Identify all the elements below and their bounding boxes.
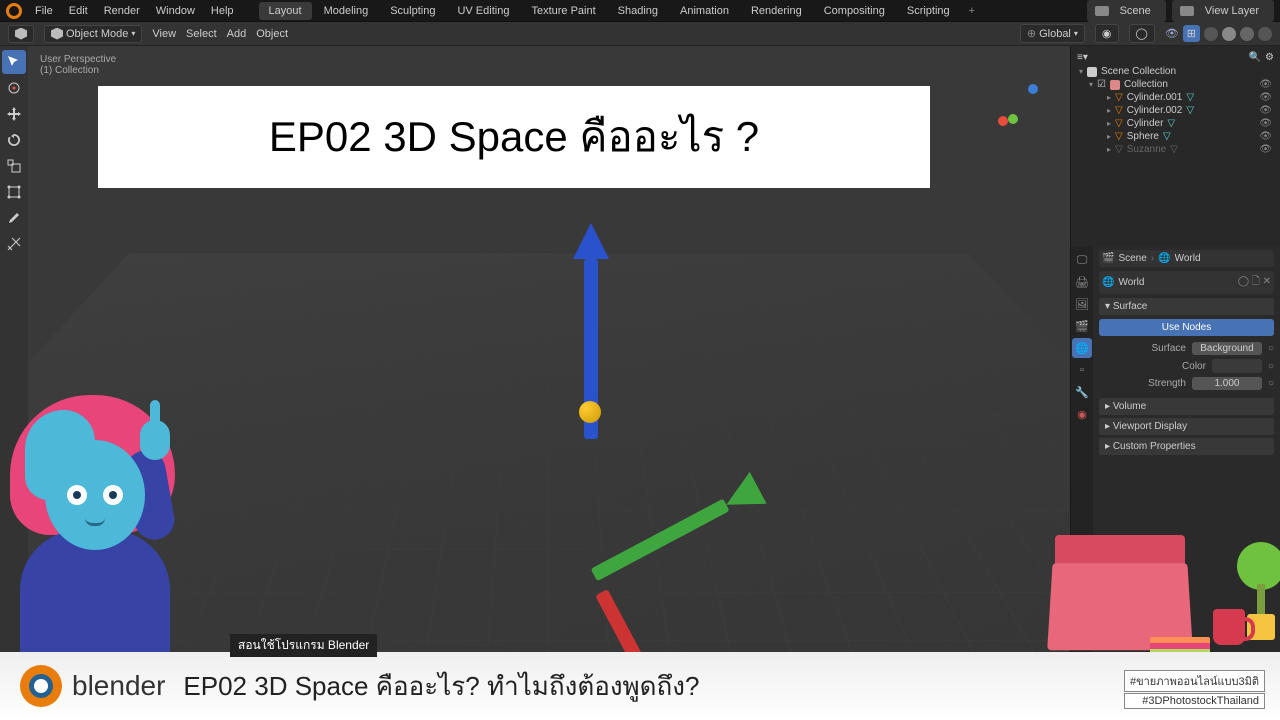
tool-scale[interactable] [2, 154, 26, 178]
tool-select-box[interactable] [2, 50, 26, 74]
outliner-item[interactable]: ▸▽ Cylinder.002▽ 👁 [1075, 104, 1276, 117]
prop-tab-material[interactable]: ◉ [1072, 404, 1092, 424]
menu-select[interactable]: Select [186, 28, 217, 40]
visibility-toggle-icon[interactable]: 👁 [1259, 118, 1272, 129]
menu-file[interactable]: File [28, 2, 60, 20]
viewport-info: User Perspective (1) Collection [40, 54, 116, 76]
tool-measure[interactable] [2, 232, 26, 256]
origin-sphere [579, 401, 601, 423]
shading-solid-icon[interactable] [1222, 27, 1236, 41]
menu-add[interactable]: Add [227, 28, 247, 40]
visibility-toggle-icon[interactable]: 👁 [1259, 79, 1272, 90]
outliner-filter-toggle-icon[interactable]: ⚙ [1265, 52, 1274, 63]
snap-toggle[interactable]: ◉ [1095, 24, 1119, 43]
workspace-tab-animation[interactable]: Animation [670, 2, 739, 20]
blender-logo-icon [6, 3, 22, 19]
workspace-tab-shading[interactable]: Shading [608, 2, 668, 20]
gizmo-toggle-icon[interactable]: ⊞ [1183, 25, 1200, 42]
workspace-tab-rendering[interactable]: Rendering [741, 2, 812, 20]
prop-tab-modifier[interactable]: 🔧 [1072, 382, 1092, 402]
panel-custom-props[interactable]: ▸ Custom Properties [1099, 438, 1274, 455]
outliner-item[interactable]: ▸▽ Cylinder▽ 👁 [1075, 117, 1276, 130]
blender-logo-icon [20, 665, 62, 707]
viewlayer-selector[interactable]: View Layer [1172, 0, 1274, 22]
tool-move[interactable] [2, 102, 26, 126]
tool-annotate[interactable] [2, 206, 26, 230]
menu-edit[interactable]: Edit [62, 2, 95, 20]
prop-tab-output[interactable]: 🖨 [1072, 272, 1092, 292]
panel-viewport-display[interactable]: ▸ Viewport Display [1099, 418, 1274, 435]
surface-type[interactable]: Background [1192, 342, 1262, 355]
workspace-tab-compositing[interactable]: Compositing [814, 2, 895, 20]
workspace-tab-modeling[interactable]: Modeling [314, 2, 379, 20]
editor-type-icon[interactable] [8, 25, 34, 43]
hashtags: #ขายภาพออนไลน์แบบ3มิติ #3DPhotostockThai… [1124, 669, 1265, 710]
prop-breadcrumb[interactable]: 🎬Scene › 🌐World [1099, 250, 1274, 267]
mode-selector[interactable]: Object Mode▾ [44, 25, 142, 43]
world-icon: 🌐 [1158, 253, 1170, 264]
outliner-item[interactable]: ▸▽ Suzanne▽ 👁 [1075, 143, 1276, 156]
prop-tab-viewlayer[interactable]: 🖼 [1072, 294, 1092, 314]
shading-wireframe-icon[interactable] [1204, 27, 1218, 41]
menu-object[interactable]: Object [256, 28, 288, 40]
proportional-edit-icon[interactable]: ◯ [1129, 24, 1155, 43]
workspace-tab-layout[interactable]: Layout [259, 2, 312, 20]
workspace-tab-texturepaint[interactable]: Texture Paint [521, 2, 605, 20]
visibility-toggle-icon[interactable]: 👁 [1259, 105, 1272, 116]
title-overlay: EP02 3D Space คืออะไร ? [98, 86, 930, 188]
workspace-tab-sculpting[interactable]: Sculpting [380, 2, 445, 20]
prop-tab-object[interactable]: ▫ [1072, 360, 1092, 380]
outliner-item[interactable]: ▸▽ Cylinder.001▽ 👁 [1075, 91, 1276, 104]
nav-gizmo[interactable] [990, 76, 1050, 136]
outliner[interactable]: ≡▾ 🔍 ⚙ ▾ Scene Collection ▾☑ Collection … [1071, 46, 1280, 246]
outliner-filter-icon[interactable]: ≡▾ [1077, 52, 1088, 63]
use-nodes-button[interactable]: Use Nodes [1099, 319, 1274, 336]
collection-icon [1087, 67, 1097, 77]
character-illustration [0, 400, 190, 680]
orientation-selector[interactable]: ⊕Global▾ [1020, 24, 1085, 43]
overlay-toggle-icon[interactable]: 👁 [1165, 27, 1179, 40]
panel-volume[interactable]: ▸ Volume [1099, 398, 1274, 415]
color-swatch[interactable] [1212, 359, 1262, 373]
tool-cursor[interactable] [2, 76, 26, 100]
world-icon: 🌐 [1102, 277, 1114, 288]
prop-tab-world[interactable]: 🌐 [1072, 338, 1092, 358]
desk-illustration [1030, 490, 1280, 670]
workspace-tab-scripting[interactable]: Scripting [897, 2, 960, 20]
menu-view[interactable]: View [152, 28, 176, 40]
outliner-search-icon[interactable]: 🔍 [1249, 52, 1261, 63]
outliner-collection[interactable]: ▾☑ Collection 👁 [1075, 78, 1276, 91]
footer-banner: สอนใช้โปรแกรม Blender blender EP02 3D Sp… [0, 652, 1280, 720]
menu-render[interactable]: Render [97, 2, 147, 20]
workspace-add-icon[interactable]: + [962, 2, 982, 20]
visibility-toggle-icon[interactable]: 👁 [1259, 92, 1272, 103]
visibility-toggle-icon[interactable]: 👁 [1259, 144, 1272, 155]
outliner-root[interactable]: ▾ Scene Collection [1075, 65, 1276, 78]
footer-tag: สอนใช้โปรแกรม Blender [230, 634, 377, 657]
visibility-toggle-icon[interactable]: 👁 [1259, 131, 1272, 142]
collection-icon [1110, 80, 1120, 90]
outliner-item[interactable]: ▸▽ Sphere▽ 👁 [1075, 130, 1276, 143]
footer-title: EP02 3D Space คืออะไร? ทำไมถึงต้องพูดถึง… [183, 666, 699, 707]
prop-tab-scene[interactable]: 🎬 [1072, 316, 1092, 336]
workspace-tab-uvediting[interactable]: UV Editing [447, 2, 519, 20]
shading-material-icon[interactable] [1240, 27, 1254, 41]
world-datablock[interactable]: 🌐World ◯ 🗋 ✕ [1099, 271, 1274, 294]
shading-rendered-icon[interactable] [1258, 27, 1272, 41]
prop-tab-render[interactable]: 🖵 [1072, 250, 1092, 270]
viewport-header: Object Mode▾ View Select Add Object ⊕Glo… [0, 22, 1280, 46]
top-menu-bar: File Edit Render Window Help Layout Mode… [0, 0, 1280, 22]
strength-input[interactable]: 1.000 [1192, 377, 1262, 390]
axis-arrows-3d [424, 223, 774, 573]
panel-surface[interactable]: ▾ Surface [1099, 298, 1274, 315]
menu-window[interactable]: Window [149, 2, 202, 20]
tool-rotate[interactable] [2, 128, 26, 152]
scene-selector[interactable]: Scene [1087, 0, 1166, 22]
menu-help[interactable]: Help [204, 2, 241, 20]
outliner-header: ≡▾ 🔍 ⚙ [1075, 50, 1276, 65]
blender-brand: blender [20, 665, 165, 707]
scene-icon: 🎬 [1102, 253, 1114, 264]
tool-transform[interactable] [2, 180, 26, 204]
